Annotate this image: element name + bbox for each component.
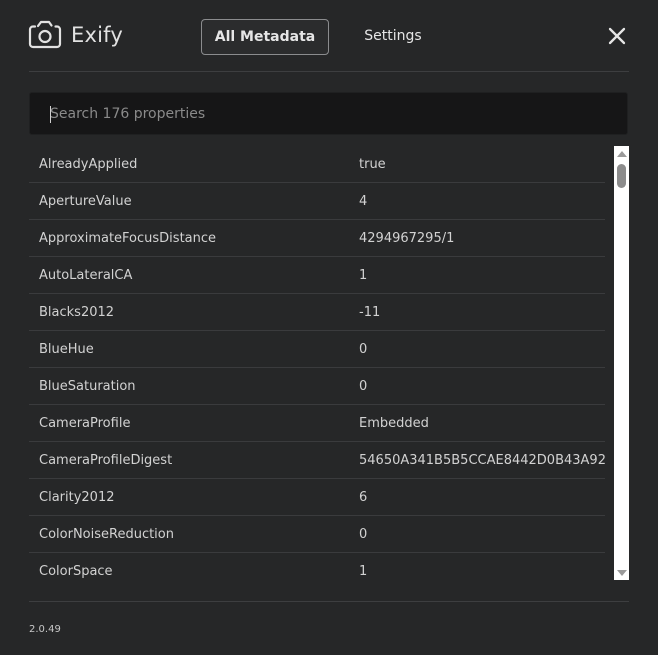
property-key: AutoLateralCA (39, 268, 133, 283)
table-row: Blacks2012 -11 (29, 294, 605, 331)
property-value: 6 (359, 490, 368, 505)
table-row: ApproximateFocusDistance 4294967295/1 (29, 220, 605, 257)
tab-settings[interactable]: Settings (350, 19, 436, 55)
search-input[interactable] (30, 93, 627, 134)
header-divider (29, 71, 629, 72)
property-value: true (359, 157, 386, 172)
table-row: BlueHue 0 (29, 331, 605, 368)
table-row: ApertureValue 4 (29, 183, 605, 220)
tab-all-metadata[interactable]: All Metadata (201, 19, 329, 55)
scrollbar-thumb[interactable] (617, 164, 626, 188)
property-value: 54650A341B5B5CCAE8442D0B43A92BCE (359, 453, 605, 468)
metadata-table: AlreadyApplied true ApertureValue 4 Appr… (29, 146, 605, 580)
table-row: AutoLateralCA 1 (29, 257, 605, 294)
property-value: 0 (359, 379, 368, 394)
property-value: 0 (359, 342, 368, 357)
property-key: BlueHue (39, 342, 94, 357)
app-logo: Exify (28, 20, 123, 50)
property-value: Embedded (359, 416, 429, 431)
property-key: Clarity2012 (39, 490, 115, 505)
table-row: CameraProfile Embedded (29, 405, 605, 442)
property-value: -11 (359, 305, 381, 320)
property-key: ColorNoiseReduction (39, 527, 174, 542)
table-row: ColorNoiseReduction 0 (29, 516, 605, 553)
property-key: ApproximateFocusDistance (39, 231, 217, 246)
footer-divider (29, 601, 629, 602)
scroll-up-arrow-icon[interactable] (617, 151, 627, 157)
close-icon[interactable] (603, 22, 631, 50)
property-key: Blacks2012 (39, 305, 115, 320)
property-key: BlueSaturation (39, 379, 136, 394)
app-title: Exify (71, 23, 123, 47)
table-row: BlueSaturation 0 (29, 368, 605, 405)
property-key: ColorSpace (39, 564, 113, 579)
table-row: AlreadyApplied true (29, 146, 605, 183)
search-box[interactable] (29, 92, 628, 135)
property-key: AlreadyApplied (39, 157, 138, 172)
scrollbar[interactable] (614, 146, 629, 580)
property-value: 1 (359, 564, 368, 579)
property-value: 1 (359, 268, 368, 283)
text-caret (50, 106, 51, 123)
scroll-down-arrow-icon[interactable] (617, 570, 627, 576)
header: Exify All Metadata Settings (0, 0, 658, 72)
property-key: ApertureValue (39, 194, 132, 209)
property-value: 4 (359, 194, 368, 209)
version-label: 2.0.49 (29, 624, 61, 635)
table-row: CameraProfileDigest 54650A341B5B5CCAE844… (29, 442, 605, 479)
property-value: 0 (359, 527, 368, 542)
property-key: CameraProfile (39, 416, 131, 431)
table-row: Clarity2012 6 (29, 479, 605, 516)
table-row: ColorSpace 1 (29, 553, 605, 580)
camera-icon (28, 20, 62, 49)
property-value: 4294967295/1 (359, 231, 455, 246)
property-key: CameraProfileDigest (39, 453, 173, 468)
